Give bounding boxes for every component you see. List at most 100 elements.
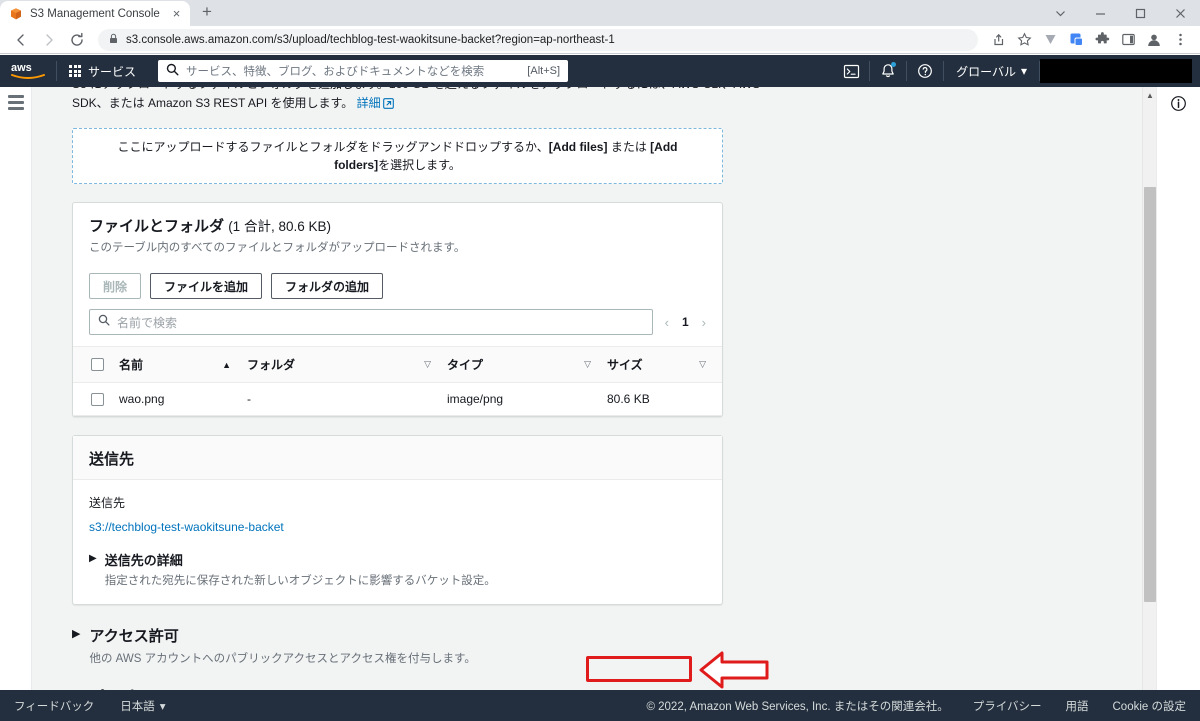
vimium-extension-icon[interactable]	[1038, 28, 1062, 52]
learn-more-link[interactable]: 詳細	[357, 96, 381, 110]
footer-right: © 2022, Amazon Web Services, Inc. またはその関…	[646, 698, 1186, 714]
dropzone-prefix: ここにアップロードするファイルとフォルダをドラッグアンドドロップするか、	[117, 139, 549, 154]
maximize-icon[interactable]	[1120, 0, 1160, 26]
page-body: S3 にアップロードするファイルとフォルダを追加します。160 GB を超えるフ…	[0, 87, 1200, 690]
bookmark-star-icon[interactable]	[1012, 28, 1036, 52]
aws-header-right: グローバル ▾	[833, 55, 1200, 87]
column-header-size[interactable]: サイズ ▽	[607, 346, 722, 384]
destination-label: 送信先	[89, 496, 126, 511]
terms-link[interactable]: 用語	[1066, 698, 1089, 714]
copyright-text: © 2022, Amazon Web Services, Inc. またはその関…	[646, 700, 949, 713]
column-header-name-label: 名前	[119, 358, 144, 373]
sort-icon: ▽	[424, 359, 431, 370]
destination-card-header: 送信先	[73, 436, 722, 481]
table-row[interactable]: wao.png - image/png 80.6 KB	[73, 382, 722, 417]
column-header-folder[interactable]: フォルダ ▽	[247, 346, 447, 384]
hamburger-menu-icon[interactable]	[7, 95, 24, 690]
aws-logo-icon[interactable]: aws	[0, 60, 56, 82]
files-card-count: (1 合計, 80.6 KB)	[228, 219, 331, 235]
cloudshell-icon[interactable]	[833, 55, 869, 87]
account-menu-redacted[interactable]	[1040, 59, 1192, 83]
column-header-name[interactable]: 名前 ▲	[119, 346, 247, 384]
address-bar[interactable]: s3.console.aws.amazon.com/s3/upload/tech…	[98, 28, 978, 51]
privacy-link[interactable]: プライバシー	[973, 698, 1042, 714]
aws-search-input[interactable]: サービス、特徴、ブログ、およびドキュメントなどを検索 [Alt+S]	[158, 60, 569, 82]
files-search-input[interactable]: 名前で検索	[89, 309, 653, 336]
files-card-subtitle: このテーブル内のすべてのファイルとフォルダがアップロードされます。	[89, 242, 466, 255]
back-icon[interactable]	[8, 27, 34, 53]
cookie-preferences-link[interactable]: Cookie の設定	[1113, 698, 1187, 714]
pagination-prev-icon[interactable]: ‹	[665, 315, 669, 330]
files-pagination: ‹ 1 ›	[665, 315, 706, 330]
aws-console-footer: フィードバック 日本語 ▾ © 2022, Amazon Web Service…	[0, 690, 1200, 721]
new-tab-button[interactable]: +	[194, 0, 220, 25]
add-folder-button[interactable]: フォルダの追加	[271, 273, 384, 300]
upload-page-content: S3 にアップロードするファイルとフォルダを追加します。160 GB を超えるフ…	[32, 87, 1142, 690]
scrollbar-thumb[interactable]	[1144, 187, 1156, 602]
browser-window: S3 Management Console × + s3.console.aws…	[0, 0, 1200, 721]
aws-search-shortcut: [Alt+S]	[527, 65, 561, 77]
column-header-type[interactable]: タイプ ▽	[447, 346, 607, 384]
upload-intro-text: S3 にアップロードするファイルとフォルダを追加します。160 GB を超えるフ…	[72, 87, 772, 114]
select-all-header	[73, 346, 119, 384]
destination-card-title: 送信先	[89, 451, 135, 469]
row-checkbox[interactable]	[91, 392, 104, 406]
annotation-arrow-icon	[699, 651, 769, 689]
select-all-checkbox[interactable]	[91, 358, 104, 372]
translate-extension-icon[interactable]	[1064, 28, 1088, 52]
column-header-size-label: サイズ	[607, 358, 643, 373]
browser-tab[interactable]: S3 Management Console ×	[0, 1, 190, 26]
search-icon	[98, 313, 110, 331]
scroll-up-icon[interactable]: ▲	[1143, 89, 1157, 101]
files-card-title-text: ファイルとフォルダ	[89, 218, 225, 236]
destination-details-toggle[interactable]: ▶ 送信先の詳細 指定された宛先に保存された新しいオブジェクトに影響するバケット…	[89, 550, 706, 588]
files-card-header: ファイルとフォルダ (1 合計, 80.6 KB) このテーブル内のすべてのファ…	[73, 203, 722, 265]
cell-name: wao.png	[119, 382, 247, 417]
upload-dropzone[interactable]: ここにアップロードするファイルとフォルダをドラッグアンドドロップするか、[Add…	[72, 128, 723, 185]
footer-left: フィードバック 日本語 ▾	[14, 698, 166, 714]
help-icon[interactable]	[907, 55, 943, 87]
chrome-menu-icon[interactable]	[1168, 28, 1192, 52]
right-info-rail	[1156, 87, 1200, 690]
svg-text:aws: aws	[11, 62, 32, 74]
pagination-page-1[interactable]: 1	[682, 315, 689, 329]
destination-bucket-link[interactable]: s3://techblog-test-waokitsune-backet	[89, 520, 706, 534]
search-icon	[166, 63, 179, 79]
pagination-next-icon[interactable]: ›	[702, 315, 706, 330]
delete-button[interactable]: 削除	[89, 273, 142, 300]
puzzle-extensions-icon[interactable]	[1090, 28, 1114, 52]
window-close-icon[interactable]	[1160, 0, 1200, 26]
left-nav-rail	[0, 87, 32, 690]
info-icon[interactable]	[1170, 95, 1187, 690]
permissions-section-toggle[interactable]: ▶ アクセス許可 他の AWS アカウントへのパブリックアクセスとアクセス権を付…	[72, 625, 723, 666]
close-icon[interactable]: ×	[169, 6, 184, 21]
region-menu-button[interactable]: グローバル ▾	[944, 55, 1039, 87]
aws-search-placeholder: サービス、特徴、ブログ、およびドキュメントなどを検索	[186, 66, 485, 78]
s3-favicon-icon	[9, 7, 23, 21]
dropzone-suffix: を選択します。	[378, 158, 461, 173]
reload-icon[interactable]	[64, 27, 90, 53]
dropzone-text: ここにアップロードするファイルとフォルダをドラッグアンドドロップするか、[Add…	[99, 138, 696, 175]
add-files-button[interactable]: ファイルを追加	[150, 273, 263, 300]
tab-search-icon[interactable]	[1040, 0, 1080, 26]
language-selector[interactable]: 日本語 ▾	[120, 698, 165, 714]
grid-icon	[69, 65, 81, 77]
dropzone-add-files-label: [Add files]	[548, 139, 608, 154]
forward-icon[interactable]	[36, 27, 62, 53]
side-panel-icon[interactable]	[1116, 28, 1140, 52]
upload-intro-body: S3 にアップロードするファイルとフォルダを追加します。160 GB を超えるフ…	[72, 87, 760, 110]
sort-asc-icon: ▲	[222, 359, 231, 370]
lock-icon	[108, 31, 119, 49]
share-icon[interactable]	[986, 28, 1010, 52]
page-scrollbar[interactable]: ▲	[1142, 87, 1156, 690]
browser-tab-title: S3 Management Console	[30, 7, 160, 20]
files-table: 名前 ▲ フォルダ ▽ タイプ ▽ サイズ ▽ wao.png - image/…	[73, 346, 722, 417]
notifications-bell-icon[interactable]	[870, 55, 906, 87]
cell-type: image/png	[447, 382, 607, 417]
address-bar-url: s3.console.aws.amazon.com/s3/upload/tech…	[126, 33, 615, 46]
files-and-folders-card: ファイルとフォルダ (1 合計, 80.6 KB) このテーブル内のすべてのファ…	[72, 202, 723, 418]
feedback-link[interactable]: フィードバック	[14, 698, 94, 714]
services-menu-button[interactable]: サービス	[57, 55, 148, 87]
avatar[interactable]	[1142, 28, 1166, 52]
minimize-icon[interactable]	[1080, 0, 1120, 26]
